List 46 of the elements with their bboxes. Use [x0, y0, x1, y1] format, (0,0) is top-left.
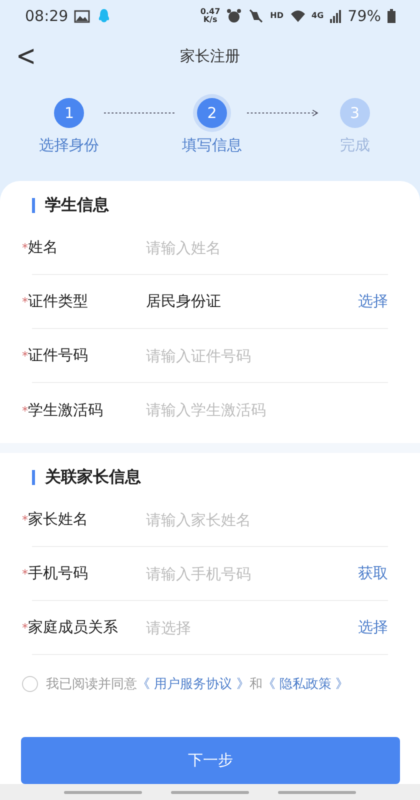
field-label: *手机号码 [22, 564, 89, 583]
required-mark: * [22, 621, 28, 635]
step-number: 3 [340, 98, 370, 128]
back-button[interactable]: < [12, 38, 40, 73]
network-type: 4G [312, 12, 324, 20]
signal-icon [330, 8, 342, 24]
required-mark: * [22, 404, 28, 418]
network-speed: 0.47 K/s [200, 8, 220, 24]
nav-handle[interactable] [278, 790, 356, 794]
agreement-text: 我已阅读并同意《 用户服务协议 》和《 隐私政策 》 [46, 676, 349, 693]
hd-label: HD [270, 12, 284, 20]
step-label: 选择身份 [39, 136, 100, 155]
required-mark: * [22, 295, 28, 309]
step-number: 1 [54, 98, 84, 128]
field-label: *证件类型 [22, 292, 89, 311]
section-title: 关联家长信息 [45, 466, 141, 488]
step-label: 填写信息 [182, 136, 242, 155]
next-button[interactable]: 下一步 [21, 737, 400, 784]
agreement-link[interactable]: 《 用户服务协议 》 [137, 677, 250, 692]
step-label: 完成 [340, 136, 370, 155]
wifi-icon [290, 8, 306, 24]
action-link[interactable]: 选择 [358, 292, 388, 311]
section-marker [32, 198, 35, 212]
field-label: *家长姓名 [22, 510, 89, 529]
clock-time: 08:29 [25, 6, 68, 25]
required-mark: * [22, 513, 28, 527]
page-title: 家长注册 [180, 47, 240, 66]
image-icon [74, 8, 90, 24]
section-marker [32, 470, 35, 484]
battery-icon [387, 8, 396, 24]
agreement-link[interactable]: 《 隐私政策 》 [262, 677, 349, 692]
action-link[interactable]: 选择 [358, 618, 388, 637]
nav-handle[interactable] [170, 790, 249, 794]
field-label: *证件号码 [22, 346, 89, 365]
nav-handle[interactable] [64, 790, 142, 794]
agree-checkbox[interactable] [22, 676, 38, 692]
field-label: *家庭成员关系 [22, 618, 119, 637]
required-mark: * [22, 567, 28, 581]
section-title: 学生信息 [45, 194, 109, 216]
action-link[interactable]: 获取 [358, 564, 388, 583]
field-label: *学生激活码 [22, 400, 104, 420]
field-label: *姓名 [22, 238, 59, 257]
step-number: 2 [197, 98, 227, 128]
battery-percent: 79% [348, 6, 381, 25]
required-mark: * [22, 241, 28, 255]
required-mark: * [22, 349, 28, 363]
